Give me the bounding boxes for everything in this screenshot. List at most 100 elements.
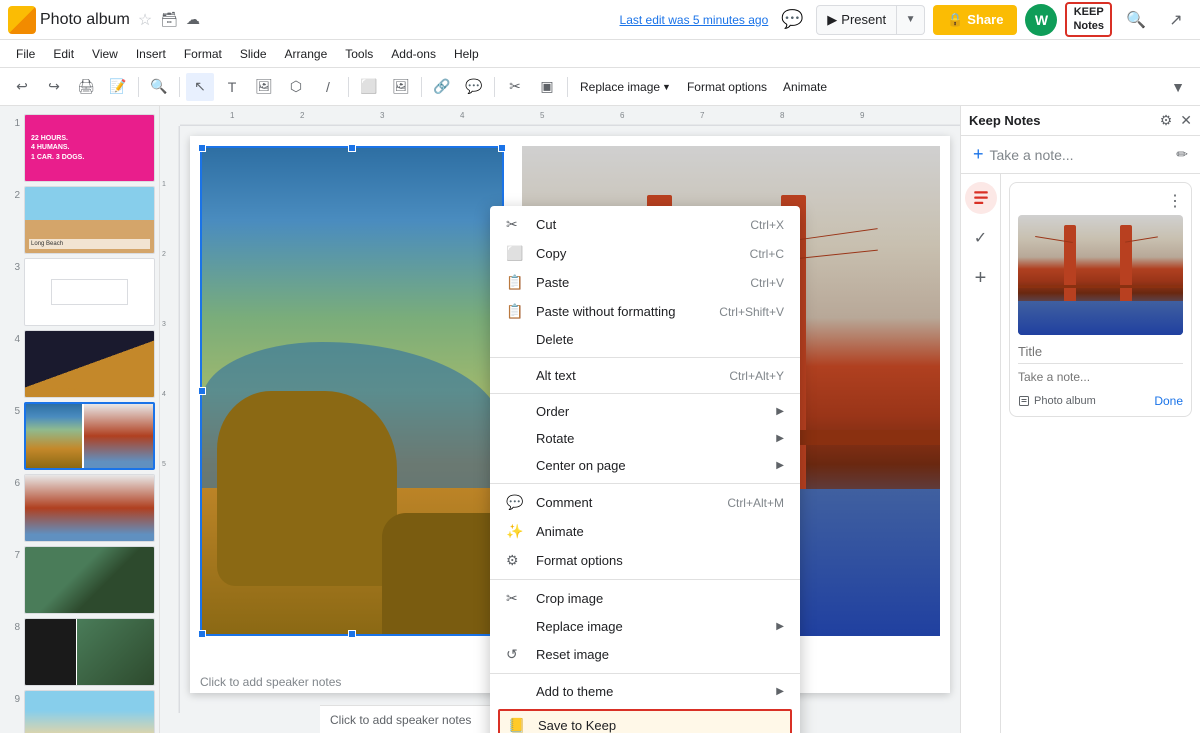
text-box-tool[interactable]: ⬜ <box>355 73 383 101</box>
animate-button[interactable]: Animate <box>777 80 833 94</box>
keep-add-more-icon[interactable]: + <box>965 262 997 294</box>
menu-format[interactable]: Format <box>176 45 230 63</box>
svg-text:2: 2 <box>300 111 305 120</box>
slide-img-3[interactable] <box>24 258 155 326</box>
slide-thumb-5[interactable]: 5 <box>4 402 155 470</box>
slide-thumb-2[interactable]: 2 Long Beach <box>4 186 155 254</box>
replace-image-button[interactable]: Replace image ▼ <box>574 80 677 94</box>
last-edit-link[interactable]: Last edit was 5 minutes ago <box>620 13 769 27</box>
external-link-icon[interactable]: ↗ <box>1160 4 1192 36</box>
slide-img-6[interactable] <box>24 474 155 542</box>
image-tool[interactable]: 🖼 <box>250 73 278 101</box>
keep-sidebar-check-icon[interactable]: ✓ <box>965 222 997 254</box>
coastal-image[interactable] <box>200 146 504 636</box>
slide-thumb-9[interactable]: 9 <box>4 690 155 733</box>
handle-mid-left[interactable] <box>198 387 206 395</box>
handle-top-left[interactable] <box>198 144 206 152</box>
redo-button[interactable]: ↪ <box>40 73 68 101</box>
cm-animate[interactable]: ✨ Animate <box>490 517 800 546</box>
keep-note-body-input[interactable] <box>1018 370 1183 384</box>
cloud-icon[interactable]: ☁ <box>186 11 200 28</box>
user-avatar[interactable]: W <box>1025 4 1057 36</box>
menu-arrange[interactable]: Arrange <box>277 45 336 63</box>
mask-tool[interactable]: ▣ <box>533 73 561 101</box>
cm-rotate[interactable]: Rotate ▶ <box>490 425 800 452</box>
comment-tool[interactable]: 💬 <box>460 73 488 101</box>
menu-view[interactable]: View <box>84 45 126 63</box>
slide-img-9[interactable] <box>24 690 155 733</box>
slide-img-4[interactable]: Pacific Coast Highway <box>24 330 155 398</box>
image-tool-2[interactable]: 🖼 <box>387 73 415 101</box>
cm-crop[interactable]: ✂ Crop image <box>490 584 800 613</box>
more-options-button[interactable]: ▼ <box>1164 73 1192 101</box>
comment-button[interactable]: 💬 <box>776 4 808 36</box>
shape-tool[interactable]: ⬡ <box>282 73 310 101</box>
print-button[interactable]: 🖨 <box>72 73 100 101</box>
slide-thumb-8[interactable]: 8 <box>4 618 155 686</box>
slide-thumb-3[interactable]: 3 <box>4 258 155 326</box>
keep-notes-button[interactable]: KEEP Notes <box>1065 2 1112 36</box>
slide-img-2[interactable]: Long Beach <box>24 186 155 254</box>
cursor-tool[interactable]: ↖ <box>186 73 214 101</box>
toolbar-sep-6 <box>567 77 568 97</box>
menu-slide[interactable]: Slide <box>232 45 275 63</box>
keep-settings-icon[interactable]: ⚙ <box>1160 112 1173 129</box>
cm-paste[interactable]: 📋 Paste Ctrl+V <box>490 268 800 297</box>
cm-paste-plain[interactable]: 📋 Paste without formatting Ctrl+Shift+V <box>490 297 800 326</box>
text-tool[interactable]: T <box>218 73 246 101</box>
link-tool[interactable]: 🔗 <box>428 73 456 101</box>
crop-tool[interactable]: ✂ <box>501 73 529 101</box>
spell-check-button[interactable]: 📝 <box>104 73 132 101</box>
line-tool[interactable]: / <box>314 73 342 101</box>
cm-replace-image[interactable]: Replace image ▶ <box>490 613 800 640</box>
keep-edit-icon[interactable]: ✏ <box>1176 146 1188 163</box>
menu-help[interactable]: Help <box>446 45 487 63</box>
slide-img-1[interactable]: 22 HOURS.4 HUMANS.1 CAR. 3 DOGS. <box>24 114 155 182</box>
keep-new-note-area[interactable]: + Take a note... ✏ <box>961 136 1200 174</box>
star-icon[interactable]: ☆ <box>138 10 152 30</box>
slide-thumb-7[interactable]: 7 <box>4 546 155 614</box>
cm-comment[interactable]: 💬 Comment Ctrl+Alt+M <box>490 488 800 517</box>
slide-img-7[interactable] <box>24 546 155 614</box>
slide-img-8[interactable] <box>24 618 155 686</box>
slide-thumb-4[interactable]: 4 Pacific Coast Highway <box>4 330 155 398</box>
menu-insert[interactable]: Insert <box>128 45 174 63</box>
cm-delete[interactable]: Delete <box>490 326 800 353</box>
undo-button[interactable]: ↩ <box>8 73 36 101</box>
search-icon[interactable]: 🔍 <box>1120 4 1152 36</box>
cm-center[interactable]: Center on page ▶ <box>490 452 800 479</box>
cm-format-options[interactable]: ⚙ Format options <box>490 546 800 575</box>
format-options-button[interactable]: Format options <box>681 80 773 94</box>
keep-note-title-input[interactable] <box>1018 344 1183 359</box>
cm-copy[interactable]: ⬜ Copy Ctrl+C <box>490 239 800 268</box>
slide-thumb-6[interactable]: 6 <box>4 474 155 542</box>
cm-save-to-keep[interactable]: 📒 Save to Keep <box>498 709 792 733</box>
menu-edit[interactable]: Edit <box>45 45 82 63</box>
cm-order[interactable]: Order ▶ <box>490 398 800 425</box>
keep-close-icon[interactable]: ✕ <box>1180 112 1192 129</box>
cm-add-to-theme[interactable]: Add to theme ▶ <box>490 678 800 705</box>
keep-save-icon: 📒 <box>508 717 528 733</box>
slide-img-5[interactable] <box>24 402 155 470</box>
drive-icon[interactable]: 🗃 <box>160 11 178 28</box>
menu-file[interactable]: File <box>8 45 43 63</box>
share-button[interactable]: 🔒 Share <box>933 5 1017 35</box>
present-button[interactable]: ▶ Present <box>816 5 897 35</box>
cm-alt-text[interactable]: Alt text Ctrl+Alt+Y <box>490 362 800 389</box>
handle-bottom-mid[interactable] <box>348 630 356 638</box>
handle-top-mid[interactable] <box>348 144 356 152</box>
keep-note-more-icon[interactable]: ⋮ <box>1167 191 1183 211</box>
handle-top-right[interactable] <box>498 144 506 152</box>
keep-note-done-button[interactable]: Done <box>1154 394 1183 408</box>
present-dropdown-arrow[interactable]: ▼ <box>897 5 925 35</box>
cm-reset-image[interactable]: ↺ Reset image <box>490 640 800 669</box>
cm-cut[interactable]: ✂ Cut Ctrl+X <box>490 210 800 239</box>
slide-thumb-1[interactable]: 1 22 HOURS.4 HUMANS.1 CAR. 3 DOGS. <box>4 114 155 182</box>
zoom-button[interactable]: 🔍 <box>145 73 173 101</box>
menu-addons[interactable]: Add-ons <box>383 45 444 63</box>
keep-sidebar-notes-icon[interactable] <box>965 182 997 214</box>
cm-copy-shortcut: Ctrl+C <box>750 247 784 261</box>
menu-tools[interactable]: Tools <box>337 45 381 63</box>
handle-bottom-left[interactable] <box>198 630 206 638</box>
menu-bar: File Edit View Insert Format Slide Arran… <box>0 40 1200 68</box>
